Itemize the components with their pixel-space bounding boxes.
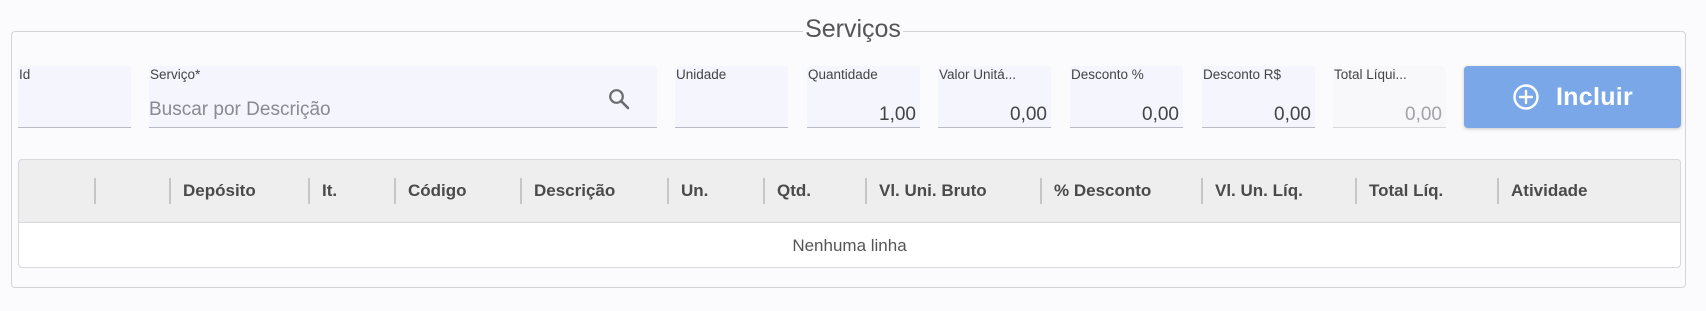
total-liquido-field: Total Líqui... 0,00 [1333,66,1446,128]
column-header-vl-un-liq[interactable]: Vl. Un. Líq. [1215,160,1303,222]
column-separator[interactable] [763,178,765,204]
id-field[interactable]: Id [18,66,131,128]
servico-search-input[interactable] [149,93,657,127]
column-separator[interactable] [1355,178,1357,204]
plus-circle-icon [1513,84,1539,110]
column-separator[interactable] [1040,178,1042,204]
desconto-rs-label: Desconto R$ [1203,67,1282,82]
grid-empty-message: Nenhuma linha [792,236,907,255]
unidade-label: Unidade [676,67,727,82]
servicos-grid: Depósito It. Código Descrição Un. Qtd. V… [18,159,1681,268]
column-header-vl-uni-bruto[interactable]: Vl. Uni. Bruto [879,160,987,222]
desconto-rs-field[interactable]: Desconto R$ 0,00 [1202,66,1315,128]
desconto-pct-field[interactable]: Desconto % 0,00 [1070,66,1183,128]
quantidade-field[interactable]: Quantidade 1,00 [807,66,920,128]
quantidade-label: Quantidade [808,67,878,82]
column-separator[interactable] [308,178,310,204]
total-liquido-label: Total Líqui... [1334,67,1407,82]
column-separator[interactable] [520,178,522,204]
incluir-button[interactable]: Incluir [1464,66,1681,128]
column-header-select[interactable] [19,160,94,222]
column-header-descricao[interactable]: Descrição [534,160,615,222]
desconto-pct-label: Desconto % [1071,67,1144,82]
column-separator[interactable] [865,178,867,204]
total-liquido-value: 0,00 [1405,104,1442,125]
column-header-unidade[interactable]: Un. [681,160,708,222]
servico-label: Serviço* [150,67,201,82]
column-separator[interactable] [394,178,396,204]
column-separator[interactable] [667,178,669,204]
search-icon[interactable] [607,87,631,111]
servico-field[interactable]: Serviço* [149,66,657,128]
column-header-atividade[interactable]: Atividade [1511,160,1588,222]
incluir-label: Incluir [1555,82,1634,111]
desconto-rs-value: 0,00 [1274,104,1311,125]
column-header-desconto[interactable]: % Desconto [1054,160,1151,222]
column-header-actions[interactable] [97,160,167,222]
column-separator[interactable] [94,178,96,204]
quantidade-value: 1,00 [879,104,916,125]
grid-header: Depósito It. Código Descrição Un. Qtd. V… [19,160,1680,223]
valor-unitario-value: 0,00 [1010,104,1047,125]
column-header-codigo[interactable]: Código [408,160,467,222]
unidade-field[interactable]: Unidade [675,66,788,128]
column-header-deposito[interactable]: Depósito [183,160,256,222]
valor-unitario-label: Valor Unitá... [939,67,1017,82]
column-separator[interactable] [169,178,171,204]
desconto-pct-value: 0,00 [1142,104,1179,125]
id-label: Id [19,67,31,82]
column-header-item[interactable]: It. [322,160,337,222]
column-header-quantidade[interactable]: Qtd. [777,160,811,222]
valor-unitario-field[interactable]: Valor Unitá... 0,00 [938,66,1051,128]
column-separator[interactable] [1201,178,1203,204]
column-separator[interactable] [1497,178,1499,204]
column-header-total-liq[interactable]: Total Líq. [1369,160,1443,222]
